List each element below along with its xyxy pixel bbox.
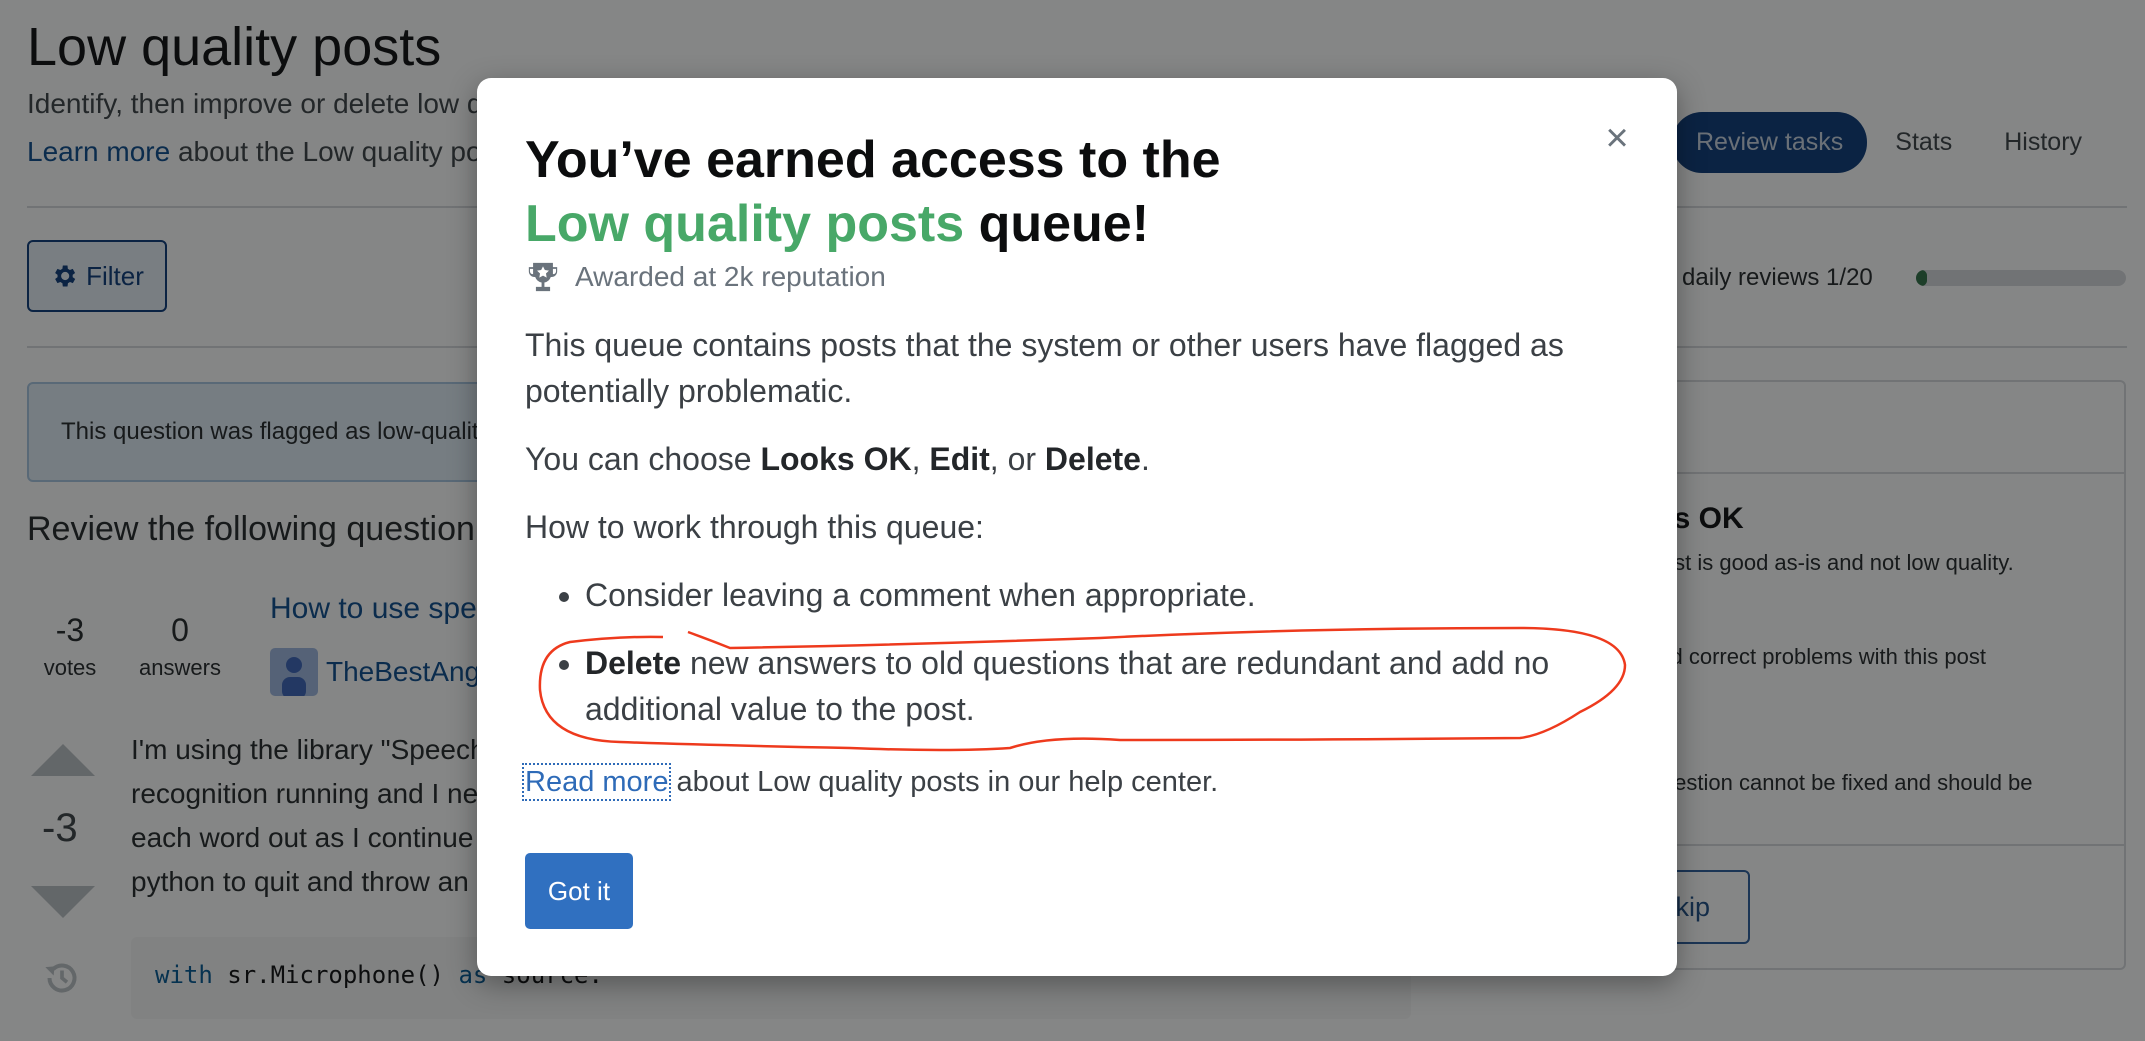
- guidance-delete: Delete: [585, 645, 682, 681]
- guidance-item: Delete new answers to old questions that…: [585, 640, 1635, 732]
- choices-line: You can choose Looks OK, Edit, or Delete…: [525, 436, 1635, 482]
- choices-prefix: You can choose: [525, 441, 761, 477]
- guidance-list: Consider leaving a comment when appropri…: [525, 572, 1635, 732]
- queue-intro: This queue contains posts that the syste…: [525, 327, 1564, 409]
- modal-title-queue-name: Low quality posts: [525, 195, 965, 253]
- modal-body: This queue contains posts that the syste…: [525, 322, 1635, 754]
- guidance-text: new answers to old questions that are re…: [585, 645, 1550, 727]
- read-more-link[interactable]: Read more: [521, 763, 672, 801]
- choice-looks-ok: Looks OK: [760, 441, 912, 477]
- close-icon[interactable]: ×: [1597, 118, 1637, 158]
- read-more-suffix: about Low quality posts in our help cent…: [668, 766, 1219, 798]
- trophy-icon: [528, 262, 558, 292]
- choices-end: .: [1140, 441, 1150, 477]
- queue-access-modal: × You’ve earned access to the Low qualit…: [477, 78, 1677, 976]
- modal-title: You’ve earned access to the Low quality …: [525, 128, 1221, 256]
- choices-sep: , or: [989, 441, 1045, 477]
- awarded-text: Awarded at 2k reputation: [575, 261, 886, 292]
- awarded-line: Awarded at 2k reputation: [525, 260, 886, 294]
- choice-edit: Edit: [929, 441, 990, 477]
- modal-title-line1: You’ve earned access to the: [525, 131, 1221, 189]
- modal-title-suffix: queue!: [964, 195, 1150, 253]
- how-to-heading: How to work through this queue:: [525, 509, 984, 545]
- choices-sep: ,: [911, 441, 930, 477]
- choice-delete: Delete: [1044, 441, 1141, 477]
- guidance-item: Consider leaving a comment when appropri…: [585, 572, 1635, 618]
- got-it-button[interactable]: Got it: [525, 853, 633, 929]
- read-more-line: Read more about Low quality posts in our…: [521, 763, 1219, 801]
